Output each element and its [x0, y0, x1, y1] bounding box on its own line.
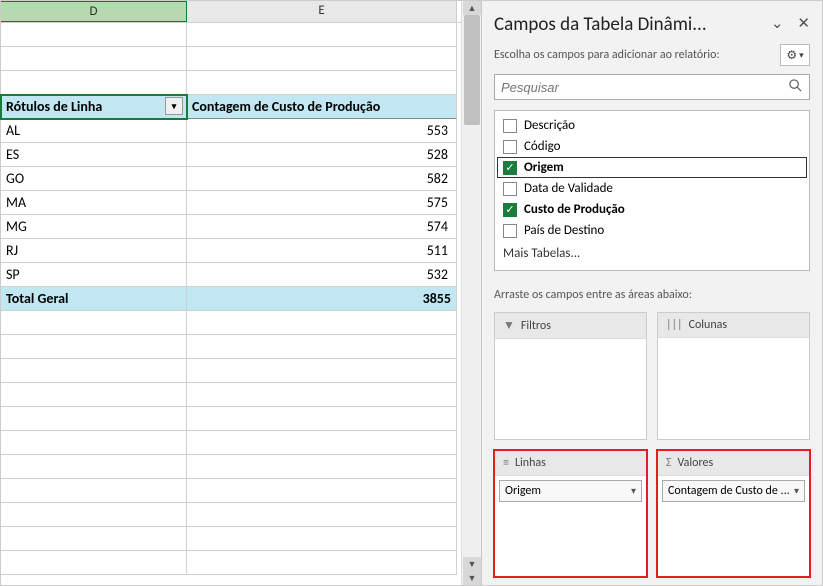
- pivot-row-value[interactable]: 582: [187, 167, 457, 191]
- scroll-page-down-arrow[interactable]: ▼: [463, 571, 481, 585]
- columns-area[interactable]: ||| Colunas: [657, 312, 810, 440]
- pivot-total-label[interactable]: Total Geral: [1, 287, 187, 311]
- more-tables-link[interactable]: Mais Tabelas...: [497, 241, 807, 266]
- pivot-row-value[interactable]: 532: [187, 263, 457, 287]
- field-item-codigo[interactable]: Código: [497, 136, 807, 157]
- collapse-icon[interactable]: ⌄: [771, 17, 784, 32]
- chevron-down-icon: ▾: [799, 50, 804, 61]
- checkbox-icon[interactable]: [503, 140, 517, 154]
- sigma-icon: Σ: [666, 456, 672, 470]
- checkbox-icon[interactable]: [503, 224, 517, 238]
- close-icon[interactable]: ✕: [797, 17, 810, 32]
- columns-area-label: Colunas: [689, 318, 728, 332]
- filter-icon: ▼: [503, 318, 515, 333]
- pivot-row-value[interactable]: 528: [187, 143, 457, 167]
- search-icon: [788, 78, 803, 97]
- chevron-down-icon: ▾: [794, 484, 799, 497]
- pivot-row-label[interactable]: RJ: [1, 239, 187, 263]
- rows-pill-origem[interactable]: Origem▾: [499, 480, 642, 502]
- pivot-row-label[interactable]: MG: [1, 215, 187, 239]
- values-area-label: Valores: [678, 456, 714, 470]
- column-header-e[interactable]: E: [187, 1, 457, 22]
- pivot-row-label[interactable]: SP: [1, 263, 187, 287]
- values-pill-contagem[interactable]: Contagem de Custo de ...▾: [662, 480, 805, 502]
- fields-list: Descrição Código ✓Origem Data de Validad…: [494, 110, 810, 271]
- columns-icon: |||: [666, 318, 683, 332]
- pane-title: Campos da Tabela Dinâmi...: [494, 13, 707, 36]
- rows-area[interactable]: ≡ Linhas Origem▾: [494, 450, 647, 578]
- field-item-pais-destino[interactable]: País de Destino: [497, 220, 807, 241]
- values-area[interactable]: Σ Valores Contagem de Custo de ...▾: [657, 450, 810, 578]
- field-item-custo-producao[interactable]: ✓Custo de Produção: [497, 199, 807, 220]
- pivot-row-value[interactable]: 575: [187, 191, 457, 215]
- pivot-row-label[interactable]: GO: [1, 167, 187, 191]
- pivot-row-label[interactable]: ES: [1, 143, 187, 167]
- column-header-d[interactable]: D: [1, 1, 187, 22]
- field-item-data-validade[interactable]: Data de Validade: [497, 178, 807, 199]
- pivot-row-value[interactable]: 553: [187, 119, 457, 143]
- checkbox-icon[interactable]: ✓: [503, 203, 517, 217]
- pivot-total-value[interactable]: 3855: [187, 287, 457, 311]
- field-item-origem[interactable]: ✓Origem: [497, 157, 807, 178]
- pivot-values-header[interactable]: Contagem de Custo de Produção: [187, 95, 457, 119]
- pivot-row-label[interactable]: AL: [1, 119, 187, 143]
- gear-icon: ⚙: [786, 48, 797, 63]
- pivot-row-labels-header[interactable]: Rótulos de Linha ▾: [1, 95, 187, 119]
- spreadsheet-grid[interactable]: Rótulos de Linha ▾ Contagem de Custo de …: [1, 23, 461, 585]
- scroll-thumb[interactable]: [464, 15, 480, 125]
- filters-area-label: Filtros: [521, 319, 551, 333]
- gear-button[interactable]: ⚙▾: [780, 44, 810, 66]
- rows-icon: ≡: [503, 456, 509, 470]
- checkbox-icon[interactable]: ✓: [503, 161, 517, 175]
- checkbox-icon[interactable]: [503, 182, 517, 196]
- filters-area[interactable]: ▼ Filtros: [494, 312, 647, 440]
- pane-subtitle: Escolha os campos para adicionar ao rela…: [494, 48, 720, 62]
- scroll-up-arrow[interactable]: ▲: [463, 1, 481, 15]
- rows-area-label: Linhas: [515, 456, 546, 470]
- pivot-row-label[interactable]: MA: [1, 191, 187, 215]
- drag-hint-text: Arraste os campos entre as áreas abaixo:: [494, 288, 810, 302]
- vertical-scrollbar[interactable]: ▲ ▼ ▼: [461, 1, 481, 585]
- row-labels-filter-button[interactable]: ▾: [165, 97, 183, 115]
- field-item-descricao[interactable]: Descrição: [497, 115, 807, 136]
- search-box[interactable]: [494, 74, 810, 100]
- chevron-down-icon: ▾: [631, 484, 636, 497]
- pivot-row-value[interactable]: 511: [187, 239, 457, 263]
- pivot-row-value[interactable]: 574: [187, 215, 457, 239]
- scroll-down-arrow[interactable]: ▼: [463, 557, 481, 571]
- checkbox-icon[interactable]: [503, 119, 517, 133]
- search-input[interactable]: [501, 80, 788, 95]
